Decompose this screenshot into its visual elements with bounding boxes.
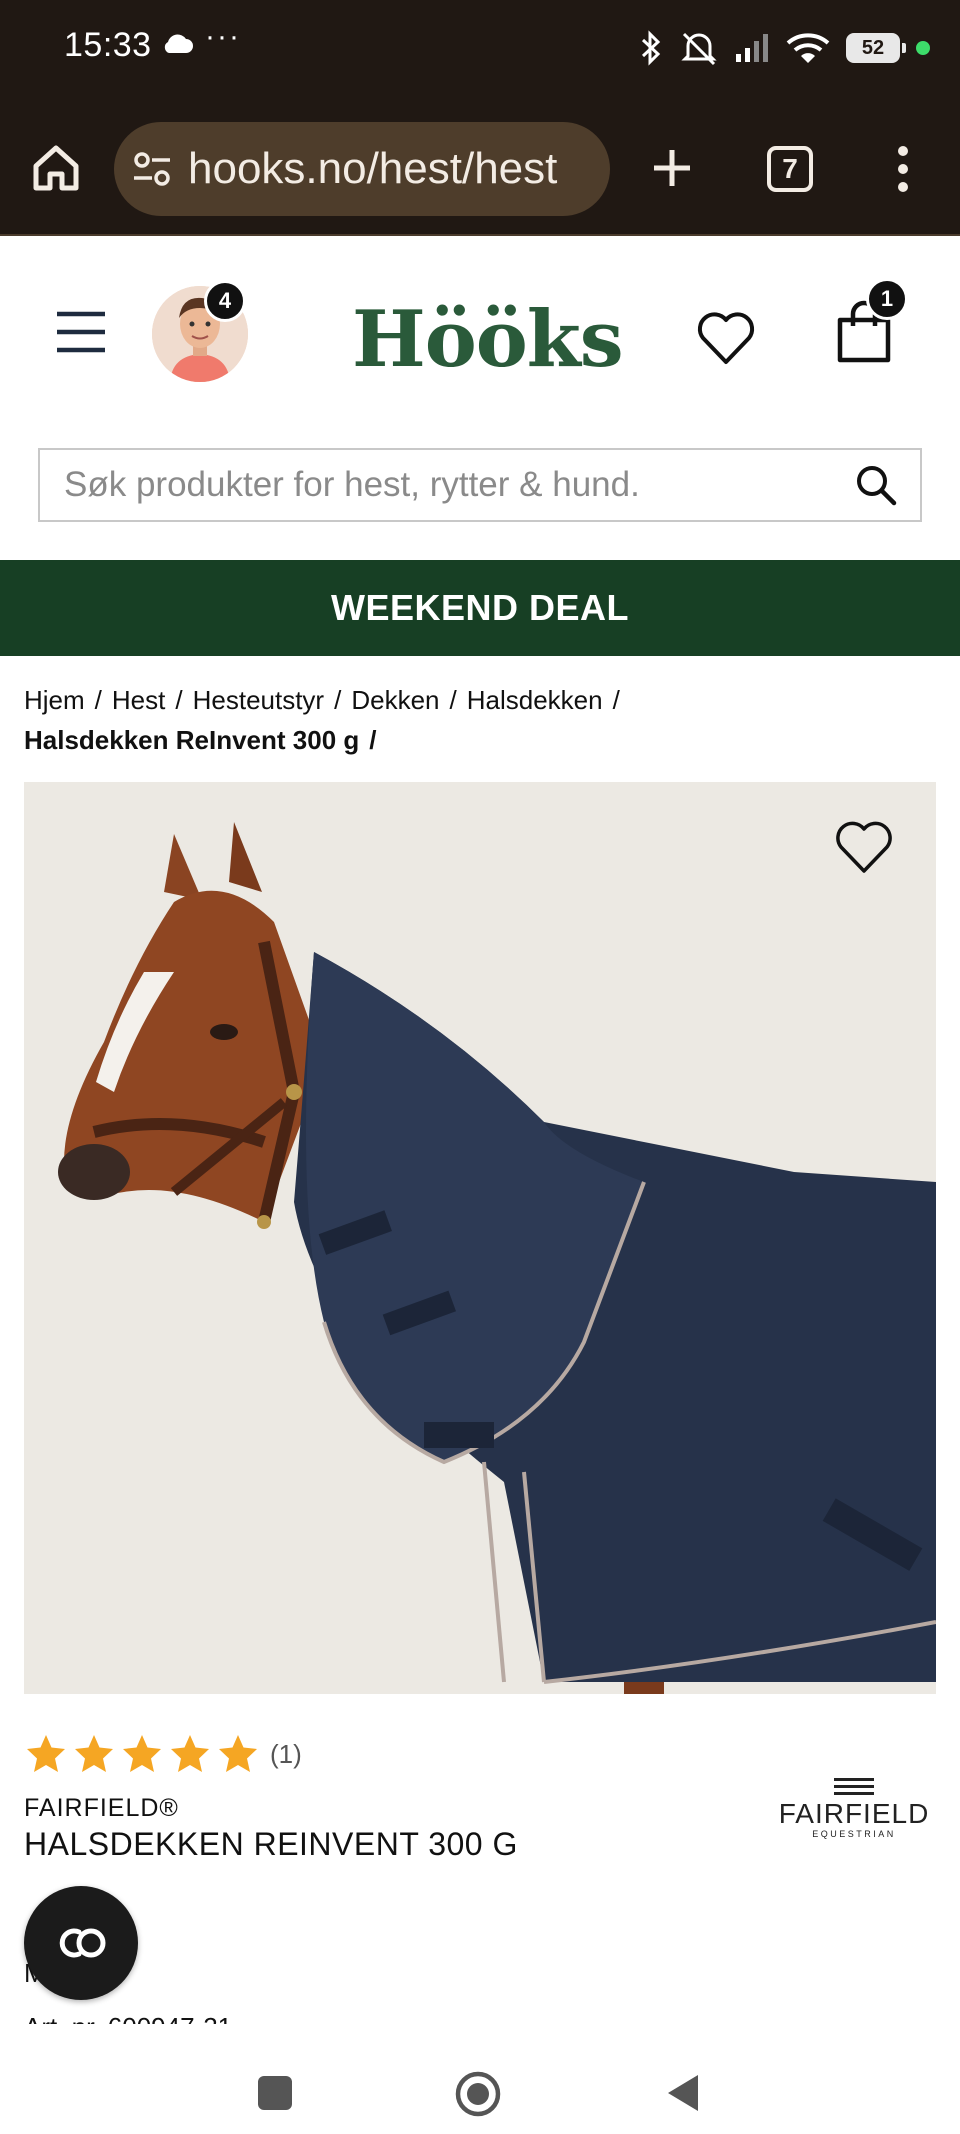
rating-count[interactable]: (1)	[270, 1739, 302, 1770]
avatar-notification-badge: 4	[204, 280, 246, 322]
status-icons: 52	[638, 26, 930, 70]
breadcrumb-item-hest[interactable]: Hest	[112, 680, 165, 720]
recent-apps-button[interactable]	[258, 2076, 292, 2110]
wifi-icon	[786, 33, 830, 63]
brand-logo-name: FAIRFIELD	[778, 1798, 930, 1829]
site-logo[interactable]: Hööks	[352, 290, 624, 390]
breadcrumb-separator: /	[334, 685, 342, 715]
signal-icon	[736, 34, 768, 62]
cart-count-badge: 1	[866, 278, 908, 320]
system-nav-bar	[0, 2024, 960, 2134]
chat-icon	[59, 1928, 106, 1958]
weekend-deal-banner[interactable]: WEEKEND DEAL	[0, 560, 960, 656]
status-overflow: ···	[205, 20, 241, 53]
breadcrumb-item-dekken[interactable]: Dekken	[351, 680, 439, 720]
breadcrumb-separator: /	[612, 685, 620, 715]
search-field[interactable]: Søk produkter for hest, rytter & hund.	[38, 448, 922, 522]
site-settings-icon[interactable]	[132, 149, 172, 189]
url-bar[interactable]: hooks.no/hest/hest	[114, 122, 610, 216]
url-text: hooks.no/hest/hest	[188, 144, 558, 193]
more-options-icon[interactable]	[896, 144, 910, 194]
brand-logo-mark	[834, 1778, 874, 1795]
breadcrumb-row: Hjem / Hest / Hesteutstyr / Dekken / Hal…	[24, 680, 944, 720]
chat-button[interactable]	[24, 1886, 138, 2000]
star-icon	[27, 1735, 65, 1772]
product-brand[interactable]: FAIRFIELD®	[24, 1794, 179, 1823]
wishlist-heart-icon[interactable]	[696, 310, 756, 366]
cloud-icon	[164, 34, 193, 53]
horse-with-neck-rug-illustration	[24, 782, 936, 1694]
product-image[interactable]	[24, 782, 936, 1694]
breadcrumb-separator: /	[369, 725, 377, 755]
search-placeholder[interactable]: Søk produkter for hest, rytter & hund.	[40, 465, 854, 505]
page-root: 15:33 ··· 52 hooks.no/hest/hest 7 4 Höök…	[0, 0, 960, 2134]
browser-toolbar: hooks.no/hest/hest 7	[0, 100, 960, 236]
product-rating[interactable]: (1)	[24, 1732, 302, 1776]
bluetooth-icon	[641, 30, 661, 66]
new-tab-icon[interactable]	[648, 144, 696, 192]
breadcrumb: Hjem / Hest / Hesteutstyr / Dekken / Hal…	[24, 680, 944, 760]
battery-icon: 52	[846, 33, 906, 63]
privacy-indicator-dot	[916, 41, 930, 55]
home-icon[interactable]	[30, 142, 82, 194]
breadcrumb-current: Halsdekken ReInvent 300 g	[24, 725, 360, 755]
status-bar: 15:33 ··· 52	[0, 0, 960, 100]
mute-icon	[681, 32, 717, 66]
site-header: 4 Hööks 1 Søk produkter for hest, rytter…	[0, 238, 960, 558]
product-title: HALSDEKKEN REINVENT 300 G	[24, 1826, 518, 1862]
tab-switcher-button[interactable]: 7	[767, 146, 813, 192]
breadcrumb-row: Halsdekken ReInvent 300 g /	[24, 720, 944, 760]
status-time: 15:33	[64, 26, 152, 64]
breadcrumb-item-halsdekken[interactable]: Halsdekken	[467, 680, 603, 720]
breadcrumb-separator: /	[94, 685, 102, 715]
star-icon	[75, 1735, 113, 1772]
favorite-heart-icon[interactable]	[834, 818, 894, 876]
star-icon	[123, 1735, 161, 1772]
breadcrumb-item-hjem[interactable]: Hjem	[24, 680, 85, 720]
menu-icon[interactable]	[55, 310, 107, 354]
brand-logo-sub: EQUESTRIAN	[812, 1829, 896, 1839]
breadcrumb-separator: /	[449, 685, 457, 715]
breadcrumb-separator: /	[175, 685, 183, 715]
home-button-icon[interactable]	[454, 2070, 502, 2118]
brand-logo[interactable]: FAIRFIELD EQUESTRIAN	[768, 1778, 940, 1850]
breadcrumb-item-hesteutstyr[interactable]: Hesteutstyr	[193, 680, 325, 720]
star-icon	[219, 1735, 257, 1772]
back-button-icon[interactable]	[664, 2072, 702, 2114]
star-icon	[171, 1735, 209, 1772]
search-icon[interactable]	[854, 463, 898, 507]
product-article-number: Art. nr. 600947-21	[24, 2010, 232, 2024]
